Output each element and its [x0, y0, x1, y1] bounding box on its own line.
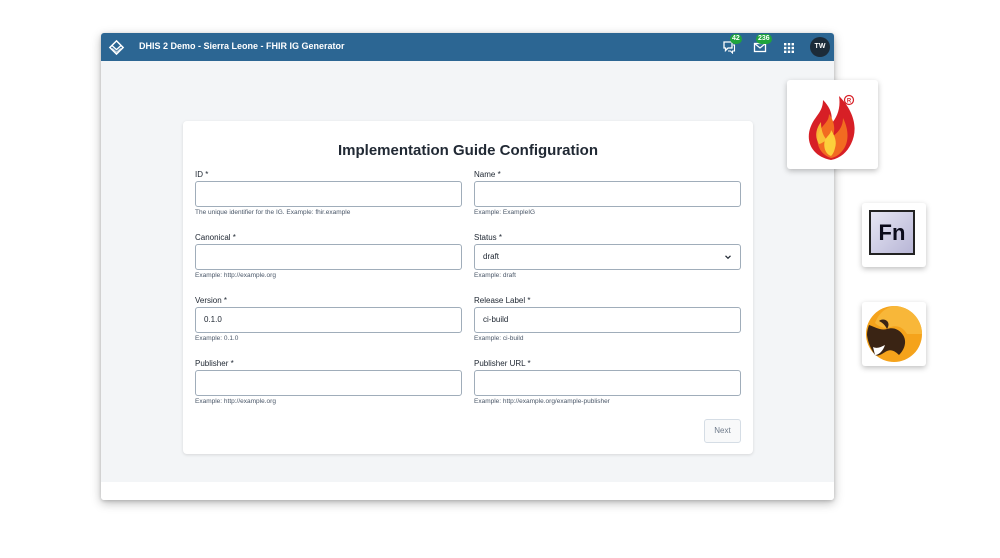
- release-label-input[interactable]: ci-build: [474, 307, 741, 333]
- status-label: Status *: [474, 233, 503, 242]
- fn-logo-tile: Fn: [862, 203, 926, 267]
- fhir-flame-icon: R: [808, 94, 855, 160]
- chevron-down-icon: [725, 255, 731, 260]
- canonical-label: Canonical *: [195, 233, 236, 242]
- version-input[interactable]: 0.1.0: [195, 307, 462, 333]
- footer-strip: [101, 482, 834, 500]
- ig-config-card: Implementation Guide Configuration ID * …: [183, 121, 753, 454]
- canonical-help: Example: http://example.org: [195, 272, 276, 279]
- next-button[interactable]: Next: [704, 419, 741, 443]
- name-input[interactable]: [474, 181, 741, 207]
- publisher-url-input[interactable]: [474, 370, 741, 396]
- camel-logo-tile: [862, 302, 926, 366]
- publisher-url-help: Example: http://example.org/example-publ…: [474, 398, 610, 405]
- release-label-help: Example: ci-build: [474, 335, 524, 342]
- status-selected-value: draft: [483, 252, 500, 261]
- messages-badge: 42: [730, 34, 742, 44]
- user-avatar[interactable]: TW: [810, 37, 830, 57]
- publisher-url-label: Publisher URL *: [474, 359, 531, 368]
- app-title: DHIS 2 Demo - Sierra Leone - FHIR IG Gen…: [139, 41, 345, 51]
- status-select[interactable]: draft: [474, 244, 741, 270]
- status-help: Example: draft: [474, 272, 516, 279]
- id-label: ID *: [195, 170, 209, 179]
- header-bar: DHIS 2 Demo - Sierra Leone - FHIR IG Gen…: [101, 33, 834, 61]
- version-help: Example: 0.1.0: [195, 335, 239, 342]
- id-input[interactable]: [195, 181, 462, 207]
- publisher-label: Publisher *: [195, 359, 234, 368]
- id-help: The unique identifier for the IG. Exampl…: [195, 209, 351, 216]
- email-badge: 236: [756, 34, 772, 44]
- app-window: DHIS 2 Demo - Sierra Leone - FHIR IG Gen…: [101, 33, 834, 500]
- svg-text:R: R: [847, 99, 852, 105]
- dhis2-logo-icon[interactable]: [108, 39, 125, 56]
- camel-icon: [866, 306, 922, 362]
- publisher-help: Example: http://example.org: [195, 398, 276, 405]
- version-label: Version *: [195, 296, 228, 305]
- canonical-input[interactable]: [195, 244, 462, 270]
- publisher-input[interactable]: [195, 370, 462, 396]
- page-title: Implementation Guide Configuration: [338, 142, 598, 159]
- release-label-label: Release Label *: [474, 296, 531, 305]
- name-help: Example: ExampleIG: [474, 209, 536, 216]
- apps-grid-icon[interactable]: [783, 42, 795, 54]
- fhir-logo-tile: R: [787, 80, 878, 169]
- name-label: Name *: [474, 170, 501, 179]
- fn-logo: Fn: [869, 210, 915, 255]
